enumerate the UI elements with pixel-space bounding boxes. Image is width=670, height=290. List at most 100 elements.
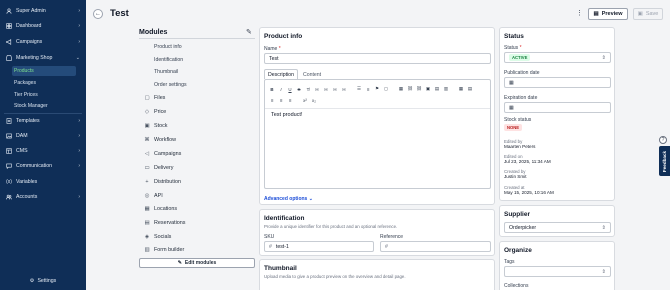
align-left-icon[interactable]: ≡	[269, 97, 275, 103]
sidebar-item-campaigns[interactable]: Campaigns ›	[0, 36, 86, 48]
chevron-right-icon: ›	[78, 8, 80, 14]
underline-icon[interactable]: U	[287, 86, 293, 92]
back-button[interactable]: ←	[93, 9, 103, 19]
feedback-tab[interactable]: Feedback	[659, 146, 670, 176]
superscript-icon[interactable]: x²	[302, 97, 308, 103]
module-label: Form builder	[154, 247, 185, 253]
sidebar-divider	[4, 113, 82, 114]
unlink-icon[interactable]: ⛓	[416, 86, 422, 92]
edit-modules-label: Edit modules	[184, 260, 217, 266]
bullet-list-icon[interactable]: ☰	[356, 86, 362, 92]
sidebar-subitem-packages[interactable]: Packages	[12, 78, 76, 88]
image-icon	[6, 133, 12, 139]
module-link-order-settings[interactable]: Order settings	[154, 82, 187, 88]
hash-icon: #	[385, 243, 388, 250]
module-label: Socials	[154, 234, 172, 240]
preview-button[interactable]: ▤ Preview	[588, 8, 628, 20]
clear-format-icon[interactable]: T̸	[305, 86, 311, 92]
module-link-product-info[interactable]: Product info	[154, 44, 182, 50]
heading2-icon[interactable]: H	[323, 86, 329, 92]
chevron-updown-icon: ⇕	[601, 268, 606, 275]
tags-select[interactable]: ⇕	[504, 266, 611, 277]
sidebar-item-communication[interactable]: Communication ›	[0, 160, 86, 172]
name-input[interactable]: Test	[264, 53, 491, 64]
align-center-icon[interactable]: ≡	[278, 97, 284, 103]
tab-description[interactable]: Description	[264, 69, 298, 79]
module-price[interactable]: ◇ Price	[144, 109, 166, 115]
editor-toolbar-divider	[265, 108, 490, 109]
sidebar-subitem-products[interactable]: Products	[12, 66, 76, 76]
chat-icon	[6, 163, 12, 169]
align-right-icon[interactable]: ≡	[287, 97, 293, 103]
sidebar-item-dashboard[interactable]: Dashboard ›	[0, 20, 86, 32]
flag-icon[interactable]: ⚑	[374, 86, 380, 92]
tab-content[interactable]: Content	[298, 69, 326, 79]
columns-icon[interactable]: ▦	[458, 86, 464, 92]
plus-icon: +	[145, 179, 149, 185]
module-label: Files	[154, 95, 166, 101]
sidebar-subitem-tier-prices[interactable]: Tier Prices	[12, 90, 76, 100]
sidebar-item-templates[interactable]: Templates ›	[0, 115, 86, 127]
save-icon: ▣	[637, 11, 643, 17]
publication-date-input[interactable]: ▦	[504, 77, 611, 88]
supplier-select[interactable]: Orderpicker ⇕	[504, 222, 611, 233]
module-form-builder[interactable]: ▥ Form builder	[144, 247, 184, 253]
expiration-date-input[interactable]: ▦	[504, 102, 611, 113]
rich-text-editor[interactable]: B I U S T̸ H H H H ☰ ≡ ⚑ ◻ ▦ ⛓ ⛓ ▣ ▤ ▥ ▦…	[264, 79, 491, 189]
sku-input[interactable]: # test-1	[264, 241, 374, 252]
module-locations[interactable]: ▦ Locations	[144, 206, 177, 212]
grid-icon[interactable]: ▥	[443, 86, 449, 92]
sidebar-item-accounts[interactable]: Accounts ›	[0, 191, 86, 203]
subscript-icon[interactable]: x₂	[311, 97, 317, 103]
heading3-icon[interactable]: H	[332, 86, 338, 92]
embed-icon[interactable]: ▤	[434, 86, 440, 92]
advanced-options-link[interactable]: Advanced options ⌄	[264, 196, 313, 202]
braces-icon: (x)	[6, 179, 12, 185]
module-files[interactable]: ▢ Files	[144, 95, 165, 101]
description-tabs: Description Content	[264, 69, 326, 79]
edit-icon[interactable]: ✎	[246, 28, 252, 36]
heading4-icon[interactable]: H	[341, 86, 347, 92]
sidebar-item-label: Accounts	[16, 194, 38, 200]
module-socials[interactable]: ◈ Socials	[144, 234, 171, 240]
italic-icon[interactable]: I	[278, 86, 284, 92]
rows-icon[interactable]: ▤	[467, 86, 473, 92]
chevron-down-icon: ⌄	[75, 55, 80, 61]
identification-title: Identification	[264, 215, 305, 222]
sidebar-item-marketing-shop[interactable]: Marketing Shop ⌄	[0, 52, 86, 64]
status-title: Status	[504, 33, 524, 40]
sidebar-item-dam[interactable]: DAM ›	[0, 130, 86, 142]
module-api[interactable]: ◎ API	[144, 193, 163, 199]
heading1-icon[interactable]: H	[314, 86, 320, 92]
image-icon[interactable]: ▣	[425, 86, 431, 92]
module-link-identification[interactable]: Identification	[154, 57, 183, 63]
module-reservations[interactable]: ▤ Reservations	[144, 220, 185, 226]
module-distribution[interactable]: + Distribution	[144, 179, 181, 185]
sidebar-settings[interactable]: ⚙ Settings	[0, 276, 86, 286]
sidebar-subitem-stock-manager[interactable]: Stock Manager	[12, 101, 76, 111]
sidebar-item-super-admin[interactable]: Super Admin ›	[0, 5, 86, 17]
api-icon: ◎	[144, 193, 150, 199]
required-marker: *	[518, 45, 522, 51]
bold-icon[interactable]: B	[269, 86, 275, 92]
numbered-list-icon[interactable]: ≡	[365, 86, 371, 92]
more-options-icon[interactable]: ⋮	[576, 9, 583, 17]
module-link-thumbnail[interactable]: Thumbnail	[154, 69, 178, 75]
status-select[interactable]: ACTIVE ⇕	[504, 52, 611, 63]
module-stock[interactable]: ▣ Stock	[144, 123, 167, 129]
module-delivery[interactable]: ▭ Delivery	[144, 165, 173, 171]
sidebar-item-cms[interactable]: CMS ›	[0, 145, 86, 157]
help-icon[interactable]: ?	[659, 136, 667, 144]
module-workflow[interactable]: ⌘ Workflow	[144, 137, 176, 143]
chevron-right-icon: ›	[78, 133, 80, 139]
edit-modules-button[interactable]: ✎ Edit modules	[139, 258, 255, 268]
sidebar-item-variables[interactable]: (x) Variables	[0, 176, 86, 188]
table-icon[interactable]: ▦	[398, 86, 404, 92]
save-button[interactable]: ▣ Save	[633, 8, 663, 20]
gear-icon: ⚙	[29, 278, 35, 284]
strikethrough-icon[interactable]: S	[296, 86, 302, 92]
code-icon[interactable]: ◻	[383, 86, 389, 92]
reference-input[interactable]: #	[380, 241, 491, 252]
link-icon[interactable]: ⛓	[407, 86, 413, 92]
module-campaigns[interactable]: ◁ Campaigns	[144, 151, 181, 157]
